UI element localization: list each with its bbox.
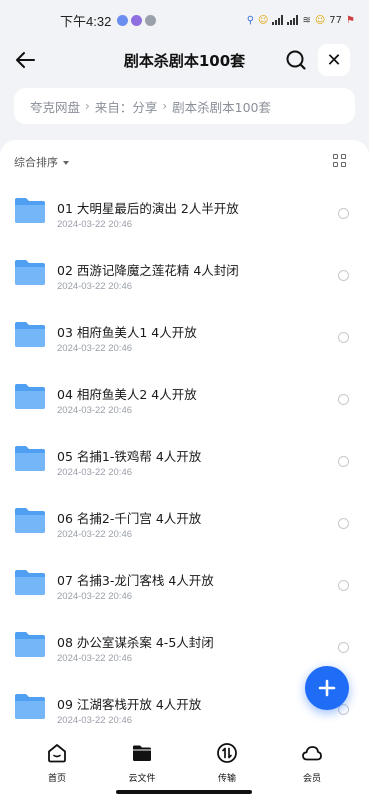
signal-icon (287, 15, 299, 25)
status-bar: 下午4:32 ⚲ ☺ ≋ ☺ 77 ⚑ (0, 0, 369, 40)
list-item[interactable]: 01 大明星最后的演出 2人半开放 2024-03-22 20:46 (0, 180, 369, 242)
nav-item-home[interactable]: 首页 (27, 742, 87, 784)
home-icon (48, 744, 66, 763)
signal-icon (272, 15, 284, 25)
select-checkbox[interactable] (338, 394, 349, 405)
page-title: 剧本杀剧本100套 (123, 52, 246, 70)
folder-icon (15, 446, 45, 471)
file-name: 05 名捕1-铁鸡帮 4人开放 (57, 449, 202, 464)
nav-item-cloud-files[interactable]: 云文件 (112, 742, 172, 784)
folder-icon (15, 198, 45, 223)
file-list: 01 大明星最后的演出 2人半开放 2024-03-22 20:46 02 西游… (0, 180, 369, 738)
nav-item-transfer[interactable]: 传输 (197, 742, 257, 784)
app-notification-icon (117, 14, 129, 26)
flag-icon: ⚑ (346, 14, 355, 26)
header: 剧本杀剧本100套 ✕ (0, 40, 369, 80)
file-name: 02 西游记降魔之莲花精 4人封闭 (57, 263, 239, 278)
search-button[interactable] (284, 48, 308, 72)
emoji-icon: ☺ (314, 14, 326, 26)
plus-icon (318, 679, 336, 697)
file-date: 2024-03-22 20:46 (57, 653, 133, 664)
sort-dropdown[interactable]: 综合排序 (14, 154, 69, 170)
select-checkbox[interactable] (338, 270, 349, 281)
file-name: 03 相府鱼美人1 4人开放 (57, 325, 197, 340)
folder-icon (15, 632, 45, 657)
emoji-icon: ☺ (258, 14, 269, 26)
breadcrumb-item-current: 剧本杀剧本100套 (172, 99, 272, 115)
file-date: 2024-03-22 20:46 (57, 281, 133, 292)
file-name: 01 大明星最后的演出 2人半开放 (57, 201, 239, 216)
file-date: 2024-03-22 20:46 (57, 343, 133, 354)
list-item[interactable]: 04 相府鱼美人2 4人开放 2024-03-22 20:46 (0, 366, 369, 428)
list-item[interactable]: 08 办公室谋杀案 4-5人封闭 2024-03-22 20:46 (0, 614, 369, 676)
nav-label: 首页 (47, 774, 66, 784)
chevron-right-icon: › (85, 99, 90, 113)
folder-icon (15, 322, 45, 347)
nav-label: 传输 (217, 774, 236, 784)
nav-label: 会员 (302, 774, 321, 784)
wifi-icon: ≋ (302, 14, 311, 26)
breadcrumb-item-root[interactable]: 夸克网盘 (30, 97, 80, 116)
select-checkbox[interactable] (338, 456, 349, 467)
folder-icon (15, 384, 45, 409)
file-date: 2024-03-22 20:46 (57, 405, 133, 416)
list-item[interactable]: 02 西游记降魔之莲花精 4人封闭 2024-03-22 20:46 (0, 242, 369, 304)
file-name: 04 相府鱼美人2 4人开放 (57, 387, 197, 402)
app-notification-icon (145, 14, 157, 26)
list-item[interactable]: 03 相府鱼美人1 4人开放 2024-03-22 20:46 (0, 304, 369, 366)
folder-icon (15, 260, 45, 285)
folder-icon (15, 694, 45, 719)
cloud-icon (302, 746, 322, 761)
select-checkbox[interactable] (338, 580, 349, 591)
file-name: 07 名捕3-龙门客栈 4人开放 (57, 573, 214, 588)
file-date: 2024-03-22 20:46 (57, 529, 133, 540)
select-checkbox[interactable] (338, 208, 349, 219)
folder-icon (15, 570, 45, 595)
file-name: 08 办公室谋杀案 4-5人封闭 (57, 635, 214, 650)
folder-icon (133, 745, 151, 761)
key-icon: ⚲ (246, 14, 255, 26)
file-date: 2024-03-22 20:46 (57, 591, 133, 602)
list-item[interactable]: 07 名捕3-龙门客栈 4人开放 2024-03-22 20:46 (0, 552, 369, 614)
breadcrumb: 夸克网盘 › 来自：分享 › 剧本杀剧本100套 (14, 88, 355, 124)
file-date: 2024-03-22 20:46 (57, 467, 133, 478)
select-checkbox[interactable] (338, 332, 349, 343)
list-item[interactable]: 06 名捕2-千门宫 4人开放 2024-03-22 20:46 (0, 490, 369, 552)
file-name: 09 江湖客栈开放 4人开放 (57, 697, 202, 712)
home-indicator[interactable] (116, 790, 252, 794)
file-date: 2024-03-22 20:46 (57, 715, 133, 726)
file-name: 06 名捕2-千门宫 4人开放 (57, 511, 202, 526)
grid-view-button[interactable] (333, 154, 347, 168)
select-checkbox[interactable] (338, 518, 349, 529)
select-checkbox[interactable] (338, 642, 349, 653)
status-icons: ⚲ ☺ ≋ ☺ 77 ⚑ (247, 15, 355, 26)
folder-icon (15, 508, 45, 533)
add-button[interactable] (305, 666, 349, 710)
breadcrumb-item-share[interactable]: 来自：分享 (95, 97, 158, 116)
nav-label: 云文件 (128, 774, 156, 784)
status-time: 下午4:32 (60, 13, 112, 29)
search-icon (286, 50, 306, 70)
list-item[interactable]: 05 名捕1-铁鸡帮 4人开放 2024-03-22 20:46 (0, 428, 369, 490)
close-icon: ✕ (326, 49, 342, 71)
file-date: 2024-03-22 20:46 (57, 219, 133, 230)
nav-item-member[interactable]: 会员 (282, 742, 342, 784)
chevron-right-icon: › (162, 99, 168, 113)
battery-level: 77 (329, 14, 343, 26)
caret-down-icon (63, 160, 69, 165)
app-notification-icon (131, 14, 143, 26)
sort-label: 综合排序 (14, 156, 58, 169)
close-button[interactable]: ✕ (318, 44, 350, 76)
transfer-icon (217, 743, 237, 763)
